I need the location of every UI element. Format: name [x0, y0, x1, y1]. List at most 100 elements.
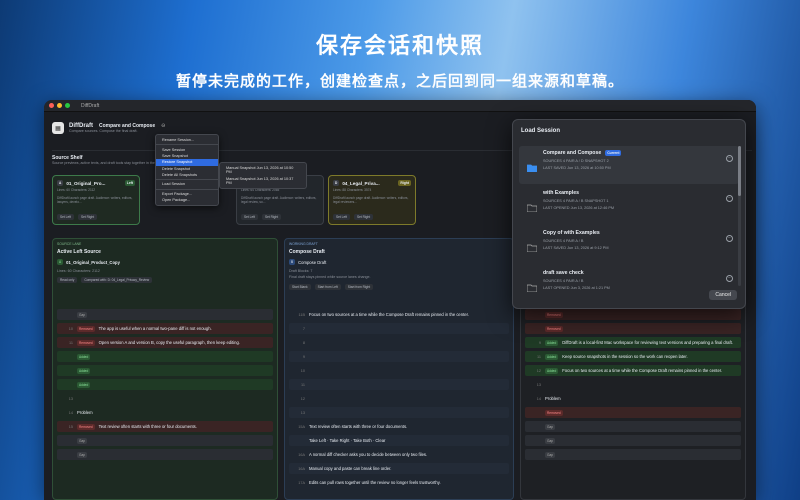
diff-tag: Added [77, 353, 91, 360]
diff-tag: Gap [77, 437, 88, 444]
row-text: Text review often starts with three or f… [309, 424, 408, 429]
folder-icon [526, 239, 538, 253]
load-session-dialog: Load Session Compare and Compose Current S… [512, 119, 746, 309]
set-right-button[interactable]: Set Right [354, 214, 374, 220]
snapshot-menu-item[interactable]: Manual Snapshot Jun 13, 2026 at 10:50 PM [220, 165, 306, 175]
source-card[interactable]: A 01_Original_Pro... Left Lines: 60 Charact… [52, 175, 140, 225]
source-card-side-badge: Left [124, 180, 135, 186]
start-blank-button[interactable]: Start Blank [289, 284, 311, 290]
draft-row[interactable]: 11 [289, 379, 509, 390]
diff-tag: Added [77, 381, 91, 388]
diff-row[interactable]: 13 [57, 393, 273, 404]
diff-row[interactable]: 9 Added DiffDraft is a local-first Mac wor… [525, 337, 741, 348]
menu-item[interactable]: Rename Session... [156, 137, 218, 143]
session-item[interactable]: with Examples SOURCES 4 PAIR A / B SNAPSH… [519, 186, 739, 224]
pane-label: WORKING DRAFT [289, 242, 318, 246]
diff-row[interactable]: Removed [525, 407, 741, 418]
session-item[interactable]: draft save check SOURCES 4 PAIR A / B LAST… [519, 266, 739, 304]
draft-row[interactable]: 15A Text review often starts with three o… [289, 421, 509, 432]
set-right-button[interactable]: Set Right [78, 214, 98, 220]
draft-row[interactable]: 7 [289, 323, 509, 334]
diff-tag: Added [77, 367, 91, 374]
draft-row[interactable]: 16A A normal diff checker asks you to dec… [289, 449, 509, 460]
diff-row[interactable]: Gap [525, 449, 741, 460]
diff-tag: Gap [545, 423, 556, 430]
session-item[interactable]: Copy of with Examples SOURCES 4 PAIR A / … [519, 226, 739, 264]
diff-row[interactable]: Added [57, 379, 273, 390]
session-stats: SOURCES 4 PAIR A / D SNAPSHOT 2 [543, 159, 609, 163]
line-number: 17A [298, 480, 305, 485]
line-number: 11 [301, 382, 305, 387]
source-card-buttons: Set Left Set Right [241, 214, 282, 220]
draft-row[interactable]: 10 [289, 365, 509, 376]
menu-item[interactable]: Load Session [156, 181, 218, 187]
cancel-button[interactable]: Cancel [709, 290, 737, 300]
diff-row[interactable]: Removed [525, 323, 741, 334]
draft-row[interactable]: 8 [289, 337, 509, 348]
diff-row[interactable]: Gap [57, 309, 273, 320]
zoom-window-button[interactable] [65, 103, 70, 108]
line-number: 8 [302, 340, 305, 345]
folder-open-icon [526, 159, 538, 173]
diff-row[interactable]: 12 Added Focus on two sources at a time wh… [525, 365, 741, 376]
line-number: 15A [298, 424, 305, 429]
draft-row[interactable]: Take Left · Take Right · Take Both · Cle… [289, 435, 509, 446]
diff-row[interactable]: 15 Removed Text review often starts with t… [57, 421, 273, 432]
start-from-right-button[interactable]: Start from Right [344, 284, 374, 290]
source-card[interactable]: D 04_Legal_Priva... Right Lines: 88 Charact… [328, 175, 416, 225]
line-number: 16A [298, 466, 305, 471]
diff-row[interactable]: Added [57, 351, 273, 362]
diff-row[interactable]: Gap [57, 435, 273, 446]
source-card-name-row: D 04_Legal_Priva... Right [333, 180, 411, 186]
row-text: Problem [545, 396, 561, 401]
diff-row[interactable]: 13 [525, 379, 741, 390]
source-card-side-badge: Right [398, 180, 411, 186]
compared-with-badge[interactable]: Compared with: D: 04_Legal_Privacy_Revie… [81, 277, 153, 283]
draft-row[interactable]: 16A Manual copy and paste can break line … [289, 463, 509, 474]
diff-row[interactable]: 10 Removed The app is useful when a normal… [57, 323, 273, 334]
source-letter-badge: A [57, 180, 64, 186]
dialog-scrollbar[interactable] [738, 146, 741, 286]
diff-row[interactable]: 14 Problem [57, 407, 273, 418]
remove-session-icon[interactable]: − [726, 195, 733, 202]
draft-row[interactable]: 11B Focus on two sources at a time while … [289, 309, 509, 320]
remove-session-icon[interactable]: − [726, 155, 733, 162]
row-text: Keep source snapshots in the session so … [562, 354, 688, 359]
session-item[interactable]: Compare and Compose Current SOURCES 4 PAIR… [519, 146, 739, 184]
draft-row[interactable]: 17A Edits can pull rows together until th… [289, 477, 509, 488]
minimize-window-button[interactable] [57, 103, 62, 108]
set-left-button[interactable]: Set Left [57, 214, 74, 220]
snapshot-menu-item[interactable]: Manual Snapshot Jun 13, 2026 at 10:37 PM [220, 175, 306, 185]
diff-tag: Added [545, 339, 559, 346]
menu-item[interactable]: Open Package... [156, 197, 218, 203]
diff-row[interactable]: Gap [525, 435, 741, 446]
line-number: 9 [302, 354, 305, 359]
set-right-button[interactable]: Set Right [262, 214, 282, 220]
diff-row[interactable]: 14 Problem [525, 393, 741, 404]
draft-row[interactable]: 9 [289, 351, 509, 362]
diff-row[interactable]: Gap [525, 421, 741, 432]
diff-row[interactable]: Added [57, 365, 273, 376]
diff-row[interactable]: Removed [525, 309, 741, 320]
remove-session-icon[interactable]: − [726, 275, 733, 282]
set-left-button[interactable]: Set Left [241, 214, 258, 220]
session-menu-icon[interactable]: ⊖ [161, 123, 165, 129]
close-window-button[interactable] [49, 103, 54, 108]
menu-item[interactable]: Delete All Snapshots [156, 172, 218, 178]
toolbar: ▦ DiffDraft Compare and Compose ⊖ Compar… [52, 122, 165, 134]
diff-row[interactable]: 11 Removed Open version A and version B, c… [57, 337, 273, 348]
diff-row[interactable]: Gap [57, 449, 273, 460]
set-left-button[interactable]: Set Left [333, 214, 350, 220]
diff-row[interactable]: 11 Added Keep source snapshots in the sess… [525, 351, 741, 362]
source-card-description: DiffDraft launch page draft. Audience: w… [241, 196, 317, 205]
menu-separator [156, 144, 218, 146]
draft-row[interactable]: 12 [289, 393, 509, 404]
draft-row[interactable]: 13 [289, 407, 509, 418]
session-stats: SOURCES 4 PAIR A / B [543, 279, 584, 283]
start-from-left-button[interactable]: Start from Left [314, 284, 341, 290]
line-number: 7 [302, 326, 305, 331]
source-card-name: 01_Original_Pro... [66, 180, 106, 186]
diff-tag: Added [545, 353, 559, 360]
source-card-name-row: A 01_Original_Pro... Left [57, 180, 135, 186]
remove-session-icon[interactable]: − [726, 235, 733, 242]
